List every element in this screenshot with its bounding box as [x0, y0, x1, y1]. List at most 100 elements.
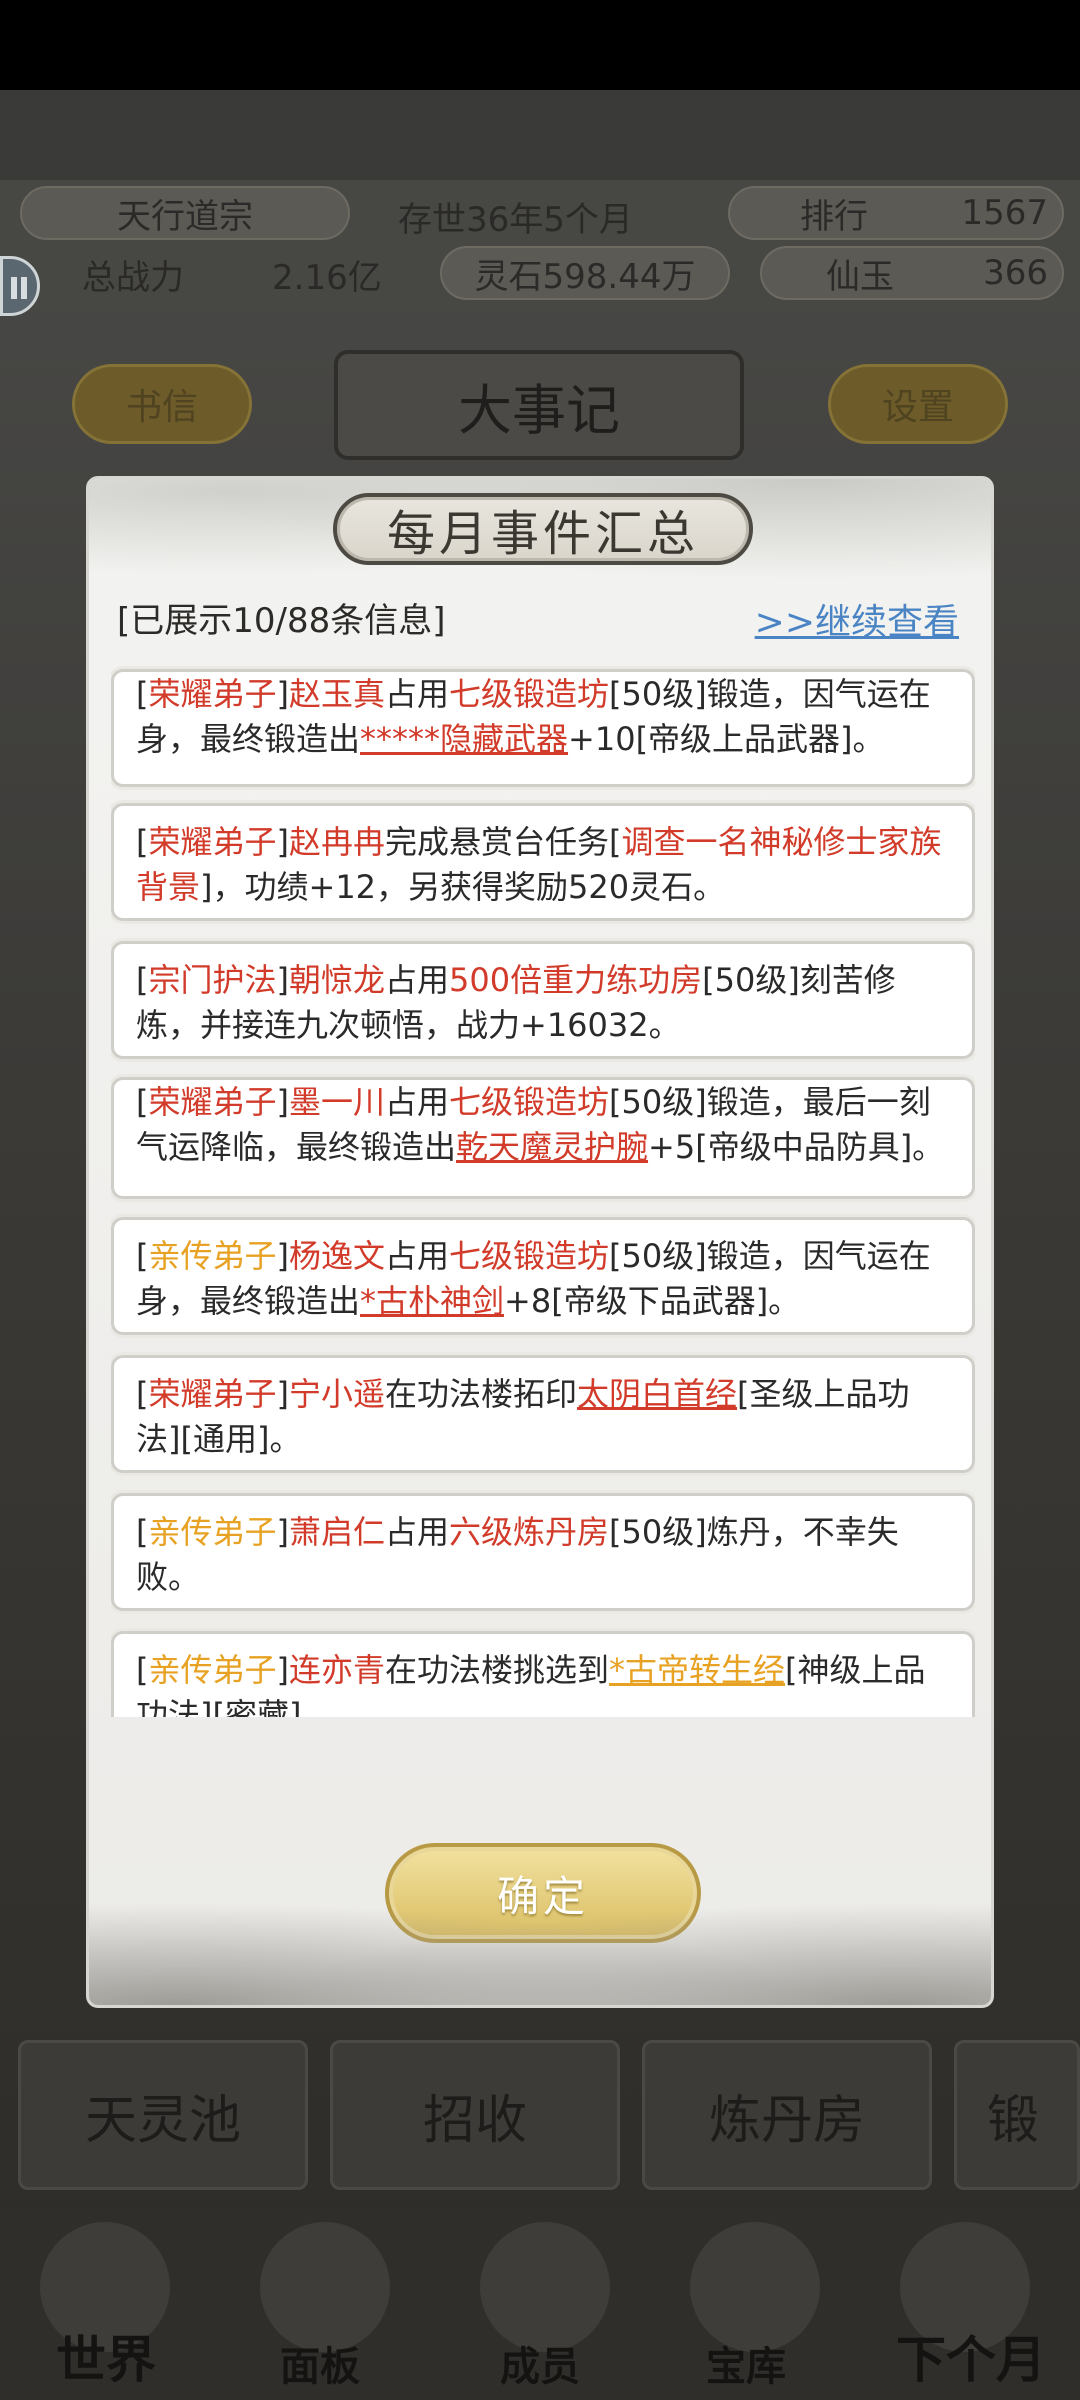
continue-viewing-link[interactable]: >>继续查看 [755, 593, 959, 645]
letters-label: 书信 [125, 387, 198, 428]
list-item: [荣耀弟子]墨一川占用七级锻造坊[50级]锻造，最后一刻气运降临，最终锻造出乾天… [111, 1077, 975, 1199]
event-segment: [ [136, 823, 149, 861]
event-segment: 萧启仁 [288, 1513, 385, 1551]
jade-value: 366 [983, 253, 1048, 293]
event-text: [荣耀弟子]宁小遥在功法楼拓印太阴白首经[圣级上品功法][通用]。 [136, 1372, 950, 1462]
item-link[interactable]: *古朴神剑 [360, 1282, 504, 1320]
item-link[interactable]: *古帝转生经 [609, 1651, 785, 1689]
event-segment: 完成悬赏台任务[ [385, 823, 622, 861]
dialog-title: 每月事件汇总 [333, 493, 753, 565]
event-segment: [ [136, 961, 149, 999]
rank-label: 排行 [800, 196, 868, 237]
event-segment: ] [276, 1237, 289, 1275]
event-segment: 500倍重力练功房 [449, 961, 703, 999]
event-segment: ] [276, 823, 289, 861]
dialog-decoration-bottom [89, 1875, 991, 2005]
event-segment: [ [136, 1375, 149, 1413]
tile-forge[interactable]: 锻 [954, 2040, 1080, 2190]
nav-panel[interactable]: 面板 [280, 2334, 360, 2392]
event-segment: +5[帝级中品防具]。 [648, 1128, 945, 1166]
tile-spirit-pool[interactable]: 天灵池 [18, 2040, 308, 2190]
power-label: 总战力 [82, 258, 184, 298]
event-segment: ]，功绩+12，另获得奖励520灵石。 [200, 868, 726, 906]
event-segment: ] [276, 1375, 289, 1413]
event-segment: [ [136, 1513, 149, 1551]
event-segment: 占用 [385, 675, 450, 713]
event-segment: +10[帝级上品武器]。 [568, 720, 885, 758]
event-text: [荣耀弟子]墨一川占用七级锻造坊[50级]锻造，最后一刻气运降临，最终锻造出乾天… [136, 1080, 950, 1170]
list-item: [亲传弟子]杨逸文占用七级锻造坊[50级]锻造，因气运在身，最终锻造出*古朴神剑… [111, 1217, 975, 1335]
event-segment: 占用 [385, 961, 450, 999]
tile-label: 锻 [987, 2090, 1040, 2151]
event-segment: 荣耀弟子 [148, 1083, 277, 1121]
event-segment: 亲传弟子 [148, 1237, 277, 1275]
monthly-events-dialog: 每月事件汇总 [已展示10/88条信息] >>继续查看 [荣耀弟子]赵玉真占用七… [86, 476, 994, 2008]
tile-recruit[interactable]: 招收 [330, 2040, 620, 2190]
bottom-nav: 世界 面板 成员 宝库 下个月 [0, 2210, 1080, 2400]
settings-button[interactable]: 设置 [828, 364, 1008, 444]
item-link[interactable]: *****隐藏武器 [360, 720, 568, 758]
event-segment: 亲传弟子 [148, 1651, 277, 1689]
event-segment: ] [276, 1513, 289, 1551]
event-text: [亲传弟子]连亦青在功法楼挑选到*古帝转生经[神级上品功法][密藏]。 [136, 1648, 950, 1717]
building-tiles: 天灵池 招收 炼丹房 锻 [18, 2040, 1080, 2190]
event-text: [宗门护法]朝惊龙占用500倍重力练功房[50级]刻苦修炼，并接连九次顿悟，战力… [136, 958, 950, 1048]
event-segment: ] [276, 1651, 289, 1689]
event-segment: [ [136, 1237, 149, 1275]
nav-members[interactable]: 成员 [500, 2334, 580, 2392]
event-segment: 占用 [385, 1237, 450, 1275]
event-segment: 荣耀弟子 [148, 675, 277, 713]
list-item: [荣耀弟子]宁小遥在功法楼拓印太阴白首经[圣级上品功法][通用]。 [111, 1355, 975, 1473]
event-text: [荣耀弟子]赵玉真占用七级锻造坊[50级]锻造，因气运在身，最终锻造出*****… [136, 672, 950, 762]
sect-name: 天行道宗 [117, 196, 253, 237]
nav-world[interactable]: 世界 [56, 2320, 156, 2392]
event-segment: 赵玉真 [288, 675, 385, 713]
jade-label: 仙玉 [826, 256, 894, 297]
event-segment: +8[帝级下品武器]。 [504, 1282, 801, 1320]
event-segment: ] [276, 675, 289, 713]
top-stats-bar: 天行道宗 存世36年5个月 排行 1567 总战力 2.16亿 灵石598.44… [0, 180, 1080, 310]
tile-label: 炼丹房 [708, 2090, 865, 2151]
sect-name-pill: 天行道宗 [20, 186, 350, 240]
event-segment: 占用 [385, 1083, 450, 1121]
event-text: [亲传弟子]萧启仁占用六级炼丹房[50级]炼丹，不幸失败。 [136, 1510, 950, 1600]
list-item: [亲传弟子]萧启仁占用六级炼丹房[50级]炼丹，不幸失败。 [111, 1493, 975, 1611]
item-link[interactable]: 乾天魔灵护腕 [456, 1128, 648, 1166]
event-segment: 荣耀弟子 [148, 1375, 277, 1413]
event-segment: 杨逸文 [288, 1237, 385, 1275]
event-segment: 赵冉冉 [288, 823, 385, 861]
event-list[interactable]: [荣耀弟子]赵玉真占用七级锻造坊[50级]锻造，因气运在身，最终锻造出*****… [111, 663, 975, 1717]
rank-pill: 排行 1567 [728, 186, 1064, 240]
event-segment: 亲传弟子 [148, 1513, 277, 1551]
item-link[interactable]: 太阴白首经 [577, 1375, 737, 1413]
members-icon [480, 2222, 610, 2352]
tile-alchemy[interactable]: 炼丹房 [642, 2040, 932, 2190]
event-text: [荣耀弟子]赵冉冉完成悬赏台任务[调查一名神秘修士家族背景]，功绩+12，另获得… [136, 820, 950, 910]
list-item: [荣耀弟子]赵玉真占用七级锻造坊[50级]锻造，因气运在身，最终锻造出*****… [111, 669, 975, 787]
event-segment: 墨一川 [288, 1083, 385, 1121]
letters-button[interactable]: 书信 [72, 364, 252, 444]
event-segment: 七级锻造坊 [449, 1083, 610, 1121]
event-segment: 占用 [385, 1513, 450, 1551]
spirit-stone-pill: 灵石598.44万 [440, 246, 730, 300]
nav-next-month[interactable]: 下个月 [896, 2320, 1046, 2392]
spirit-stone-value: 灵石598.44万 [474, 256, 696, 297]
panel-icon [260, 2222, 390, 2352]
event-text: [亲传弟子]杨逸文占用七级锻造坊[50级]锻造，因气运在身，最终锻造出*古朴神剑… [136, 1234, 950, 1324]
event-segment: [ [136, 675, 149, 713]
jade-pill: 仙玉 366 [760, 246, 1064, 300]
event-segment: 朝惊龙 [288, 961, 385, 999]
event-segment: [ [136, 1651, 149, 1689]
status-bar [0, 0, 1080, 90]
events-banner: 大事记 [334, 350, 744, 460]
sect-age: 存世36年5个月 [398, 200, 633, 240]
event-segment: [ [136, 1083, 149, 1121]
rank-value: 1567 [961, 193, 1048, 233]
nav-treasury[interactable]: 宝库 [706, 2334, 786, 2392]
tile-label: 招收 [422, 2090, 527, 2151]
tile-label: 天灵池 [84, 2090, 241, 2151]
list-item: [荣耀弟子]赵冉冉完成悬赏台任务[调查一名神秘修士家族背景]，功绩+12，另获得… [111, 803, 975, 921]
event-segment: 宗门护法 [148, 961, 277, 999]
event-segment: 六级炼丹房 [449, 1513, 610, 1551]
event-segment: 连亦青 [288, 1651, 385, 1689]
